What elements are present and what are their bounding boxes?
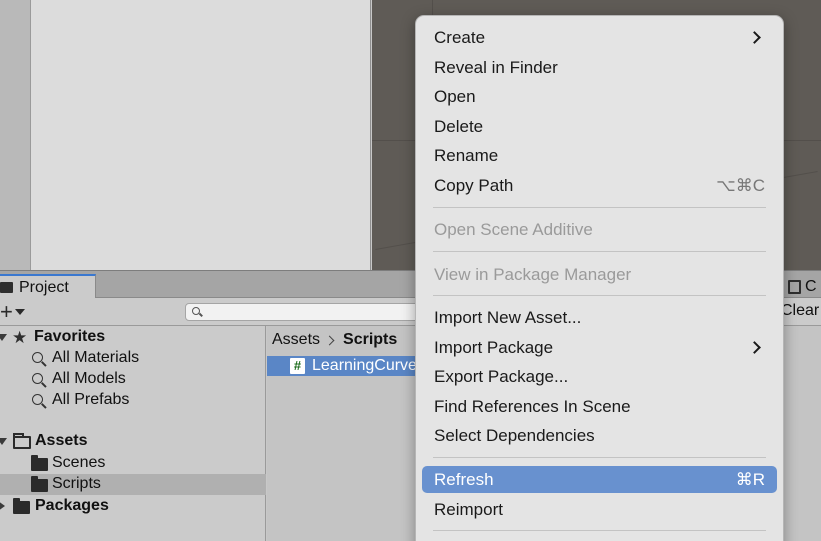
menu-shortcut: ⌥⌘C (716, 175, 765, 195)
tab-project[interactable]: Project (0, 274, 96, 299)
tab-console-label: C (805, 277, 817, 295)
tree-item-label: Scenes (52, 454, 106, 471)
menu-item-label: Open Scene Additive (434, 219, 593, 239)
tree-item-all-models[interactable]: All Models (0, 369, 266, 390)
menu-item-label: Import New Asset... (434, 307, 582, 327)
folder-icon (0, 282, 13, 293)
console-icon (788, 279, 801, 294)
hierarchy-panel (31, 0, 371, 270)
clear-button[interactable]: Clear (781, 302, 819, 320)
breadcrumb: Assets Scripts (272, 331, 397, 349)
context-menu: Create Reveal in Finder Open Delete Rena… (415, 15, 784, 541)
packages-label: Packages (35, 497, 109, 514)
menu-item-label: Copy Path (434, 175, 514, 195)
hierarchy-left-strip (0, 0, 31, 270)
menu-separator (433, 295, 766, 296)
menu-shortcut: ⌘R (735, 469, 765, 489)
menu-item-label: Select Dependencies (434, 425, 595, 445)
tab-project-label: Project (19, 278, 69, 296)
folder-icon (13, 498, 30, 514)
expand-arrow-icon[interactable] (0, 501, 5, 511)
tree-assets[interactable]: Assets (0, 431, 266, 452)
menu-item-label: Refresh (434, 469, 494, 489)
search-icon (32, 373, 43, 384)
star-icon: ★ (12, 328, 28, 347)
menu-item-copy-path[interactable]: Copy Path ⌥⌘C (422, 172, 777, 199)
menu-item-label: Open (434, 86, 476, 106)
menu-item-reveal-in-finder[interactable]: Reveal in Finder (422, 54, 777, 81)
menu-item-label: Import Package (434, 337, 554, 357)
plus-icon: + (0, 299, 13, 324)
menu-item-create[interactable]: Create (422, 24, 777, 51)
breadcrumb-current[interactable]: Scripts (343, 331, 397, 349)
tree-packages[interactable]: Packages (0, 496, 266, 517)
chevron-down-icon (14, 309, 25, 315)
menu-separator (433, 457, 766, 458)
folder-open-icon (13, 433, 31, 449)
expand-arrow-icon[interactable] (0, 334, 7, 341)
menu-item-refresh[interactable]: Refresh ⌘R (422, 466, 777, 493)
csharp-script-icon: # (290, 358, 305, 374)
chevron-right-icon (748, 341, 761, 354)
menu-item-import-new-asset[interactable]: Import New Asset... (422, 304, 777, 331)
tree-item-scripts[interactable]: Scripts (0, 474, 266, 495)
tree-item-scenes[interactable]: Scenes (0, 453, 266, 474)
project-tree: ★ Favorites All Materials All Models All… (0, 326, 266, 541)
tree-item-label: Scripts (52, 475, 101, 492)
tree-item-all-prefabs[interactable]: All Prefabs (0, 390, 266, 411)
menu-item-label: Rename (434, 145, 499, 165)
tree-item-label: All Models (52, 370, 126, 387)
menu-separator (433, 251, 766, 252)
chevron-right-icon (324, 335, 335, 345)
menu-separator (433, 530, 766, 531)
menu-item-import-package[interactable]: Import Package (422, 334, 777, 361)
search-icon (32, 352, 43, 363)
search-input[interactable] (185, 303, 425, 321)
menu-item-label: Reimport (434, 499, 503, 519)
search-icon (32, 394, 43, 405)
folder-icon (31, 476, 48, 492)
menu-item-label: Reveal in Finder (434, 57, 558, 77)
expand-arrow-icon[interactable] (0, 438, 7, 445)
chevron-right-icon (748, 31, 761, 44)
assets-label: Assets (35, 432, 88, 449)
menu-item-rename[interactable]: Rename (422, 142, 777, 169)
menu-item-delete[interactable]: Delete (422, 113, 777, 140)
menu-item-label: Export Package... (434, 366, 569, 386)
menu-item-select-dependencies[interactable]: Select Dependencies (422, 422, 777, 449)
asset-item-script[interactable]: # LearningCurve (267, 356, 417, 376)
tree-item-label: All Materials (52, 349, 140, 366)
menu-item-open[interactable]: Open (422, 83, 777, 110)
menu-item-label: Find References In Scene (434, 396, 631, 416)
search-icon (192, 307, 200, 315)
menu-item-reimport[interactable]: Reimport (422, 496, 777, 523)
menu-item-label: View in Package Manager (434, 264, 632, 284)
add-asset-button[interactable]: + (0, 299, 34, 324)
menu-item-view-in-package-manager: View in Package Manager (422, 261, 777, 288)
tree-item-all-materials[interactable]: All Materials (0, 348, 266, 369)
menu-item-open-scene-additive: Open Scene Additive (422, 216, 777, 243)
menu-item-find-references-in-scene[interactable]: Find References In Scene (422, 393, 777, 420)
breadcrumb-item[interactable]: Assets (272, 331, 320, 349)
menu-item-export-package[interactable]: Export Package... (422, 363, 777, 390)
folder-icon (31, 455, 48, 471)
menu-item-label: Create (434, 27, 486, 47)
favorites-label: Favorites (34, 328, 106, 345)
menu-separator (433, 207, 766, 208)
tree-item-label: All Prefabs (52, 391, 130, 408)
menu-item-label: Delete (434, 116, 484, 136)
tree-favorites[interactable]: ★ Favorites (0, 327, 266, 348)
asset-item-label: LearningCurve (312, 357, 417, 374)
tab-console[interactable]: C (786, 274, 821, 299)
